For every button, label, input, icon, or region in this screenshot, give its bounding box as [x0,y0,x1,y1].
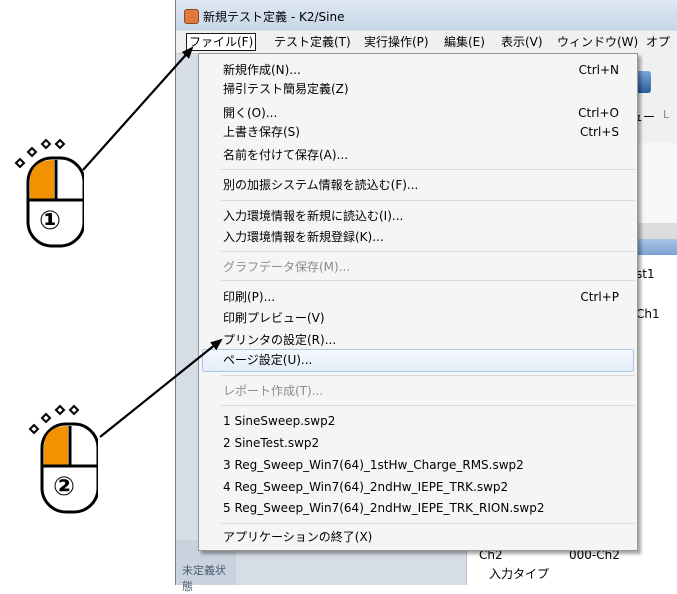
shortcut-save: Ctrl+S [579,125,619,139]
menu-item-printer-setup[interactable]: プリンタの設定(R)... [223,333,336,347]
file-menu-dropdown: 新規作成(N)... Ctrl+N 掃引テスト簡易定義(Z) 開く(O)... … [198,53,638,551]
menu-item-print-preview[interactable]: 印刷プレビュー(V) [223,311,325,325]
menu-item-load-shaker-system[interactable]: 別の加振システム情報を読込む(F)... [223,178,418,192]
menu-item-open[interactable]: 開く(O)... [223,106,277,120]
recent-file-5[interactable]: 5 Reg_Sweep_Win7(64)_2ndHw_IEPE_TRK_RION… [223,501,544,515]
menu-options[interactable]: オプ [646,34,670,50]
mouse-callout-1: ① [6,138,86,248]
menu-item-page-setup[interactable]: ページ設定(U)... [223,353,312,367]
menu-item-register-input-env[interactable]: 入力環境情報を新規登録(K)... [223,230,384,244]
menu-separator [221,200,635,201]
recent-file-3[interactable]: 3 Reg_Sweep_Win7(64)_1stHw_Charge_RMS.sw… [223,458,524,472]
channel-text-st1: st1 [636,267,655,281]
shortcut-open: Ctrl+O [578,106,619,120]
channel-text-ch1: Ch1 [636,307,660,321]
window-title: 新規テスト定義 - K2/Sine [203,10,345,24]
menu-separator [221,251,635,252]
title-bar: 新規テスト定義 - K2/Sine [176,0,677,30]
shortcut-new: Ctrl+N [578,63,619,77]
menu-item-save-as[interactable]: 名前を付けて保存(A)... [223,148,348,162]
menu-separator [221,523,635,524]
menu-item-save[interactable]: 上書き保存(S) [223,125,300,139]
menu-separator [221,280,635,281]
step-2-label: ② [53,472,76,502]
menu-item-new[interactable]: 新規作成(N)... [223,63,301,77]
menu-window[interactable]: ウィンドウ(W) [557,34,638,50]
step-1-label: ① [39,206,62,236]
menu-separator [221,169,635,170]
app-icon [184,9,199,24]
menu-edit[interactable]: 編集(E) [444,34,485,50]
recent-file-2[interactable]: 2 SineTest.swp2 [223,436,319,450]
status-text: 未定義状態 [182,564,226,593]
menu-test-definition[interactable]: テスト定義(T) [274,34,351,50]
menu-bar: ファイル(F) テスト定義(T) 実行操作(P) 編集(E) 表示(V) ウィン… [176,31,677,54]
menu-item-exit[interactable]: アプリケーションの終了(X) [223,530,372,544]
menu-item-load-input-env[interactable]: 入力環境情報を新規に読込む(I)... [223,209,403,223]
menu-view[interactable]: 表示(V) [501,34,543,50]
menu-item-print[interactable]: 印刷(P)... [223,290,275,304]
shortcut-print: Ctrl+P [580,290,619,304]
menu-run-operation[interactable]: 実行操作(P) [364,34,429,50]
menu-separator [221,375,635,376]
input-type-label: 入力タイプ [489,567,550,581]
menu-item-save-graph-data: グラフデータ保存(M)... [223,260,351,274]
mouse-callout-2: ② [20,404,100,514]
recent-file-1[interactable]: 1 SineSweep.swp2 [223,414,335,428]
toolbar-label-2: L [663,108,670,121]
menu-file[interactable]: ファイル(F) [186,33,257,51]
menu-item-create-report: レポート作成(T)... [223,384,324,398]
recent-file-4[interactable]: 4 Reg_Sweep_Win7(64)_2ndHw_IEPE_TRK.swp2 [223,480,508,494]
menu-separator [221,405,635,406]
menu-item-sweep-quick-define[interactable]: 掃引テスト簡易定義(Z) [223,82,349,96]
